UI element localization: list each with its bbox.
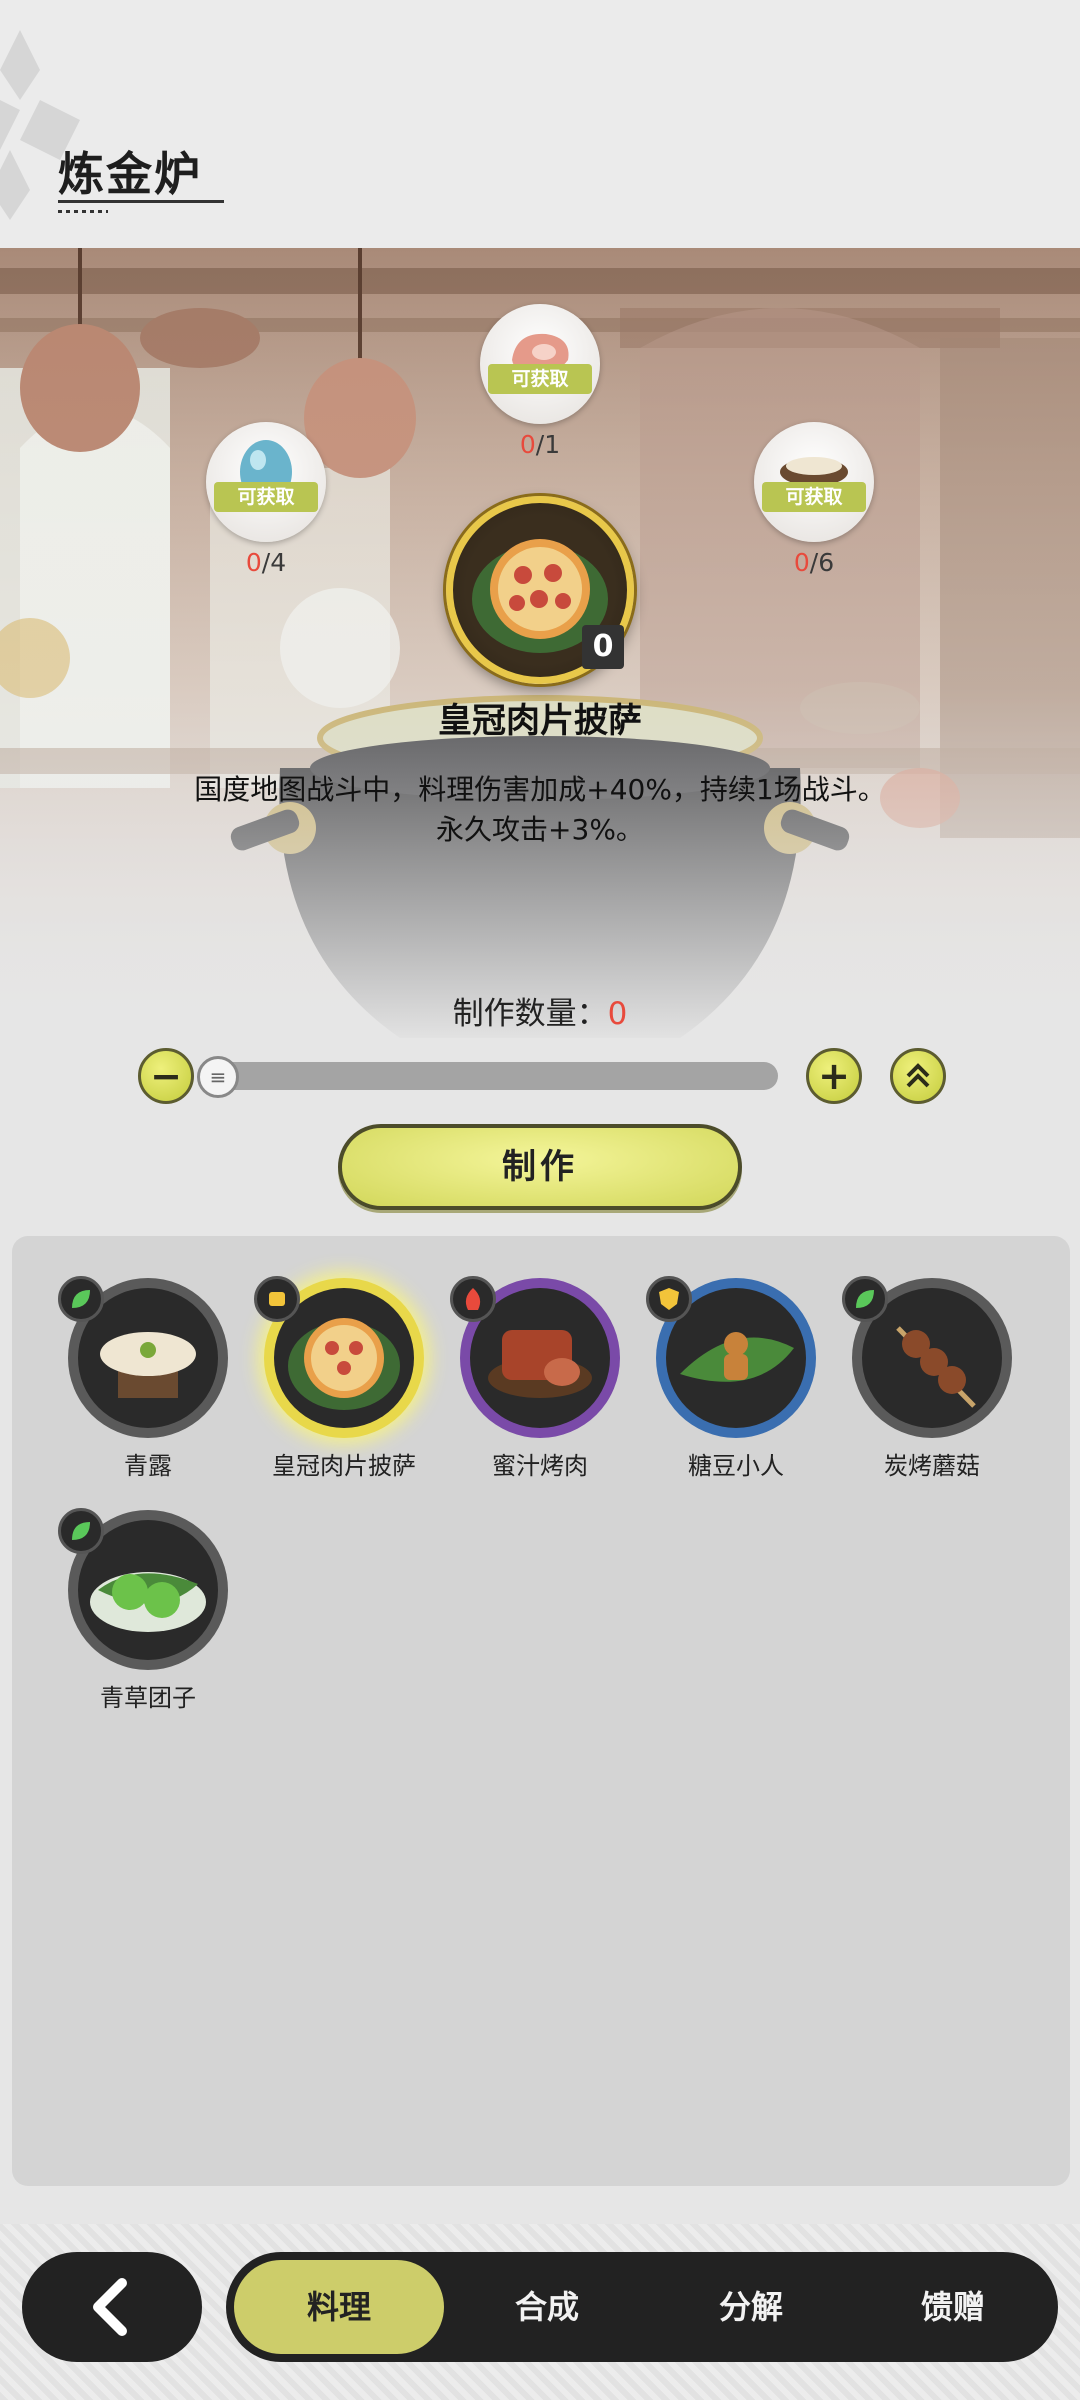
back-arrow-icon bbox=[93, 2278, 127, 2336]
recipe-item[interactable]: 青露 bbox=[28, 1236, 228, 1480]
dish-name: 皇冠肉片披萨 bbox=[438, 701, 642, 741]
ingredient-count: 0/6 bbox=[793, 548, 835, 577]
shield-badge-icon bbox=[646, 1276, 692, 1322]
recipe-item[interactable]: 炭烤蘑菇 bbox=[812, 1236, 1012, 1480]
ingredient-count: 0/1 bbox=[519, 430, 561, 459]
page-title: 炼金炉 bbox=[58, 147, 202, 201]
tab-cooking[interactable]: 料理 bbox=[234, 2260, 444, 2354]
leaf-badge-icon bbox=[58, 1508, 104, 1554]
title-underline bbox=[58, 200, 224, 203]
decrease-button[interactable]: − bbox=[138, 1048, 194, 1104]
recipe-label: 炭烤蘑菇 bbox=[884, 1452, 980, 1480]
quantity-slider-track[interactable] bbox=[200, 1062, 778, 1090]
minus-icon: − bbox=[150, 1054, 182, 1098]
recipe-item[interactable]: 糖豆小人 bbox=[616, 1236, 816, 1480]
dish-description: 国度地图战斗中，料理伤害加成+40%，持续1场战斗。 永久攻击+3%。 bbox=[194, 773, 886, 846]
make-button[interactable]: 制作 bbox=[338, 1124, 742, 1210]
back-button[interactable] bbox=[22, 2252, 202, 2362]
recipe-panel: 青露 皇冠肉片披萨 蜜汁烤肉 糖豆小人 炭烤蘑菇 青草团子 bbox=[12, 1236, 1070, 2186]
ingredient-count: 0/4 bbox=[245, 548, 287, 577]
alchemy-scene: 可获取 0/4 可获取 0/1 可获取 0/6 0 皇冠肉片披萨 国度地图战斗中… bbox=[0, 248, 1080, 1048]
quantity-slider-row: − ≡ + bbox=[0, 1048, 1080, 1104]
tab-decompose[interactable]: 分解 bbox=[656, 2252, 846, 2362]
craft-count: 制作数量：0 bbox=[452, 996, 628, 1032]
ingredient-slot[interactable]: 可获取 0/1 bbox=[480, 304, 600, 464]
quantity-slider-handle[interactable]: ≡ bbox=[197, 1056, 239, 1098]
max-button[interactable] bbox=[890, 1048, 946, 1104]
tab-synthesis[interactable]: 合成 bbox=[452, 2252, 642, 2362]
grip-icon: ≡ bbox=[209, 1065, 227, 1089]
leaf-badge-icon bbox=[842, 1276, 888, 1322]
obtainable-tag: 可获取 bbox=[488, 364, 592, 394]
recipe-label: 青草团子 bbox=[100, 1684, 196, 1712]
dish-quantity-badge: 0 bbox=[582, 625, 624, 669]
recipe-item[interactable]: 皇冠肉片披萨 bbox=[224, 1236, 424, 1480]
title-dots bbox=[58, 210, 108, 213]
flame-badge-icon bbox=[450, 1276, 496, 1322]
recipe-item[interactable]: 青草团子 bbox=[28, 1468, 228, 1712]
obtainable-tag: 可获取 bbox=[214, 482, 318, 512]
header: 炼金炉 bbox=[0, 0, 1080, 248]
tab-bar: 料理 合成 分解 馈赠 bbox=[226, 2252, 1058, 2362]
plus-icon: + bbox=[818, 1054, 850, 1098]
recipe-item[interactable]: 蜜汁烤肉 bbox=[420, 1236, 620, 1480]
obtainable-tag: 可获取 bbox=[762, 482, 866, 512]
increase-button[interactable]: + bbox=[806, 1048, 862, 1104]
leaf-badge-icon bbox=[58, 1276, 104, 1322]
fist-badge-icon bbox=[254, 1276, 300, 1322]
tab-gift[interactable]: 馈赠 bbox=[858, 2252, 1048, 2362]
double-chevron-up-icon bbox=[906, 1063, 930, 1088]
ingredient-slot[interactable]: 可获取 0/6 bbox=[754, 422, 874, 582]
ingredient-slot[interactable]: 可获取 0/4 bbox=[206, 422, 326, 582]
